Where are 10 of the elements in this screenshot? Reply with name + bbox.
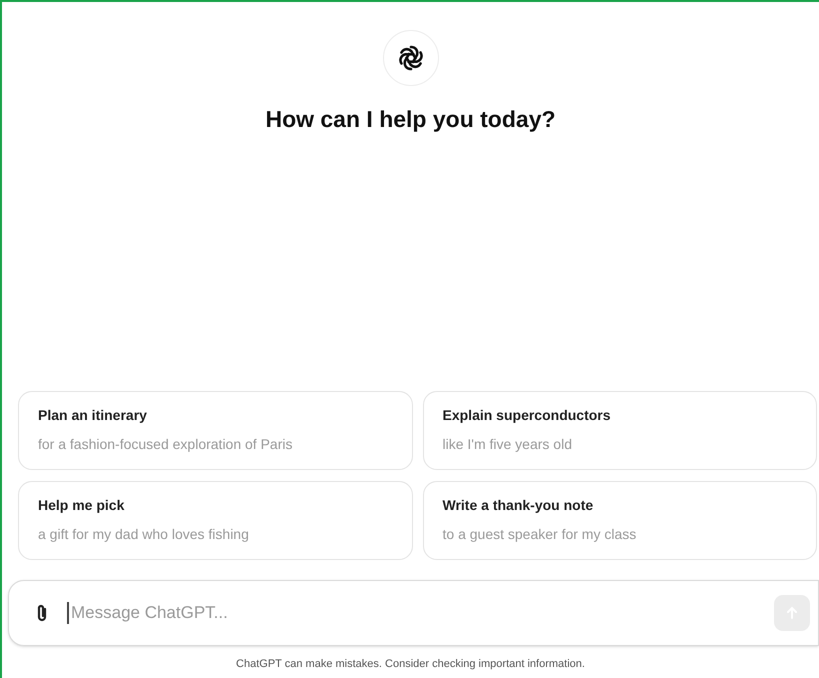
message-field[interactable]: Message ChatGPT... <box>8 580 819 646</box>
logo-icon <box>382 30 438 86</box>
greeting-heading: How can I help you today? <box>265 105 556 134</box>
disclaimer-text: ChatGPT can make mistakes. Consider checking important information. <box>235 656 586 672</box>
suggestion-card[interactable]: Help me pick a gift for my dad who loves fishing <box>18 480 412 560</box>
paperclip-icon[interactable] <box>35 602 49 622</box>
suggestion-card[interactable]: Plan an itinerary for a fashion-focused exploration of Paris <box>18 390 412 470</box>
suggestion-card[interactable]: Explain superconductors like I'm five years old <box>422 390 817 470</box>
message-input[interactable]: Message ChatGPT... <box>71 600 774 626</box>
suggestion-card[interactable]: Write a thank-you note to a guest speaker for my class <box>422 480 817 560</box>
